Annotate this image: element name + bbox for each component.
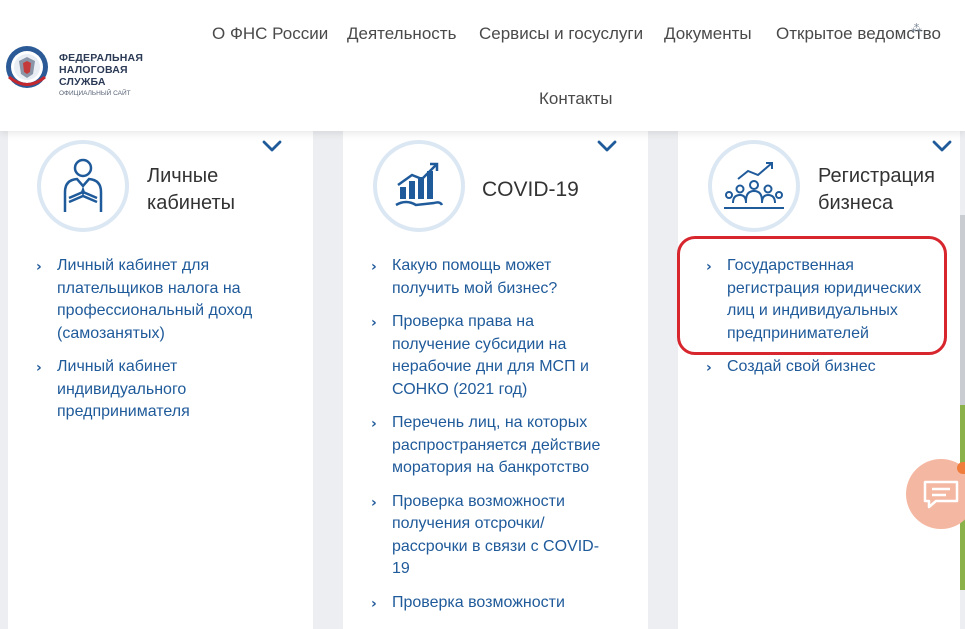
nav-documents[interactable]: Документы [664, 24, 752, 44]
link-selfemployed-account[interactable]: › Личный кабинет для плательщиков налога … [36, 255, 298, 345]
card-covid: COVID-19 › Какую помощь может получить мо… [343, 131, 648, 629]
card-business-registration: Регистрация бизнеса › Государственная рег… [678, 131, 960, 629]
chevron-right-icon: › [371, 259, 377, 275]
icon-circle [708, 140, 800, 232]
chevron-right-icon: › [706, 360, 712, 376]
chat-icon [923, 480, 959, 509]
link-moratorium-list[interactable]: › Перечень лиц, на которых распространяет… [371, 412, 611, 480]
link-list: › Какую помощь может получить мой бизнес?… [371, 255, 611, 625]
emblem-icon [6, 46, 48, 88]
logo-subtitle: ОФИЦИАЛЬНЫЙ САЙТ [59, 90, 131, 97]
logo-line-1: ФЕДЕРАЛЬНАЯ [59, 52, 144, 64]
logo-text: ФЕДЕРАЛЬНАЯ НАЛОГОВАЯ СЛУЖБА ОФИЦИАЛЬНЫЙ… [59, 52, 174, 98]
card-title: COVID-19 [482, 178, 579, 201]
chevron-right-icon: › [371, 315, 377, 331]
nav-services[interactable]: Сервисы и госуслуги [479, 24, 643, 44]
chevron-down-icon[interactable] [597, 140, 617, 152]
chevron-down-icon[interactable] [932, 140, 952, 152]
chevron-right-icon: › [371, 416, 377, 432]
fns-logo[interactable]: ФЕДЕРАЛЬНАЯ НАЛОГОВАЯ СЛУЖБА ОФИЦИАЛЬНЫЙ… [4, 44, 174, 97]
scrollbar[interactable] [960, 215, 965, 405]
card-title: Личные кабинеты [147, 165, 235, 214]
link-business-help[interactable]: › Какую помощь может получить мой бизнес? [371, 255, 611, 300]
chevron-right-icon: › [371, 494, 377, 511]
link-list: › Личный кабинет для плательщиков налога … [36, 255, 298, 435]
logo-line-2: НАЛОГОВАЯ СЛУЖБА [59, 64, 128, 88]
nav-about[interactable]: О ФНС России [212, 24, 328, 44]
icon-circle [373, 140, 465, 232]
chevron-down-icon[interactable] [262, 140, 282, 152]
link-subsidy-check[interactable]: › Проверка права на получение субсидии на… [371, 311, 611, 401]
nav-contacts[interactable]: Контакты [539, 89, 612, 109]
icon-circle [37, 140, 129, 232]
person-icon [63, 158, 103, 212]
card-title: Регистрация бизнеса [818, 165, 935, 214]
site-header: ФЕДЕРАЛЬНАЯ НАЛОГОВАЯ СЛУЖБА ОФИЦИАЛЬНЫЙ… [0, 0, 965, 131]
notification-dot [957, 462, 965, 474]
growth-chart-icon [395, 162, 444, 207]
chevron-right-icon: › [371, 595, 377, 612]
nav-activity[interactable]: Деятельность [347, 24, 456, 44]
link-deferral-check[interactable]: › Проверка возможности получения отсрочки… [371, 491, 611, 581]
chevron-right-icon: › [36, 360, 42, 376]
link-possibility-check[interactable]: › Проверка возможности [371, 592, 611, 615]
highlight-frame [677, 236, 947, 355]
card-personal-accounts: Личные кабинеты › Личный кабинет для плат… [8, 131, 313, 629]
link-create-business[interactable]: › Создай свой бизнес [706, 356, 946, 379]
link-ip-account[interactable]: › Личный кабинет индивидуального предприн… [36, 356, 298, 424]
accessibility-icon[interactable]: ⁂ [911, 22, 922, 35]
chevron-right-icon: › [36, 259, 42, 275]
team-growth-icon [724, 162, 784, 209]
